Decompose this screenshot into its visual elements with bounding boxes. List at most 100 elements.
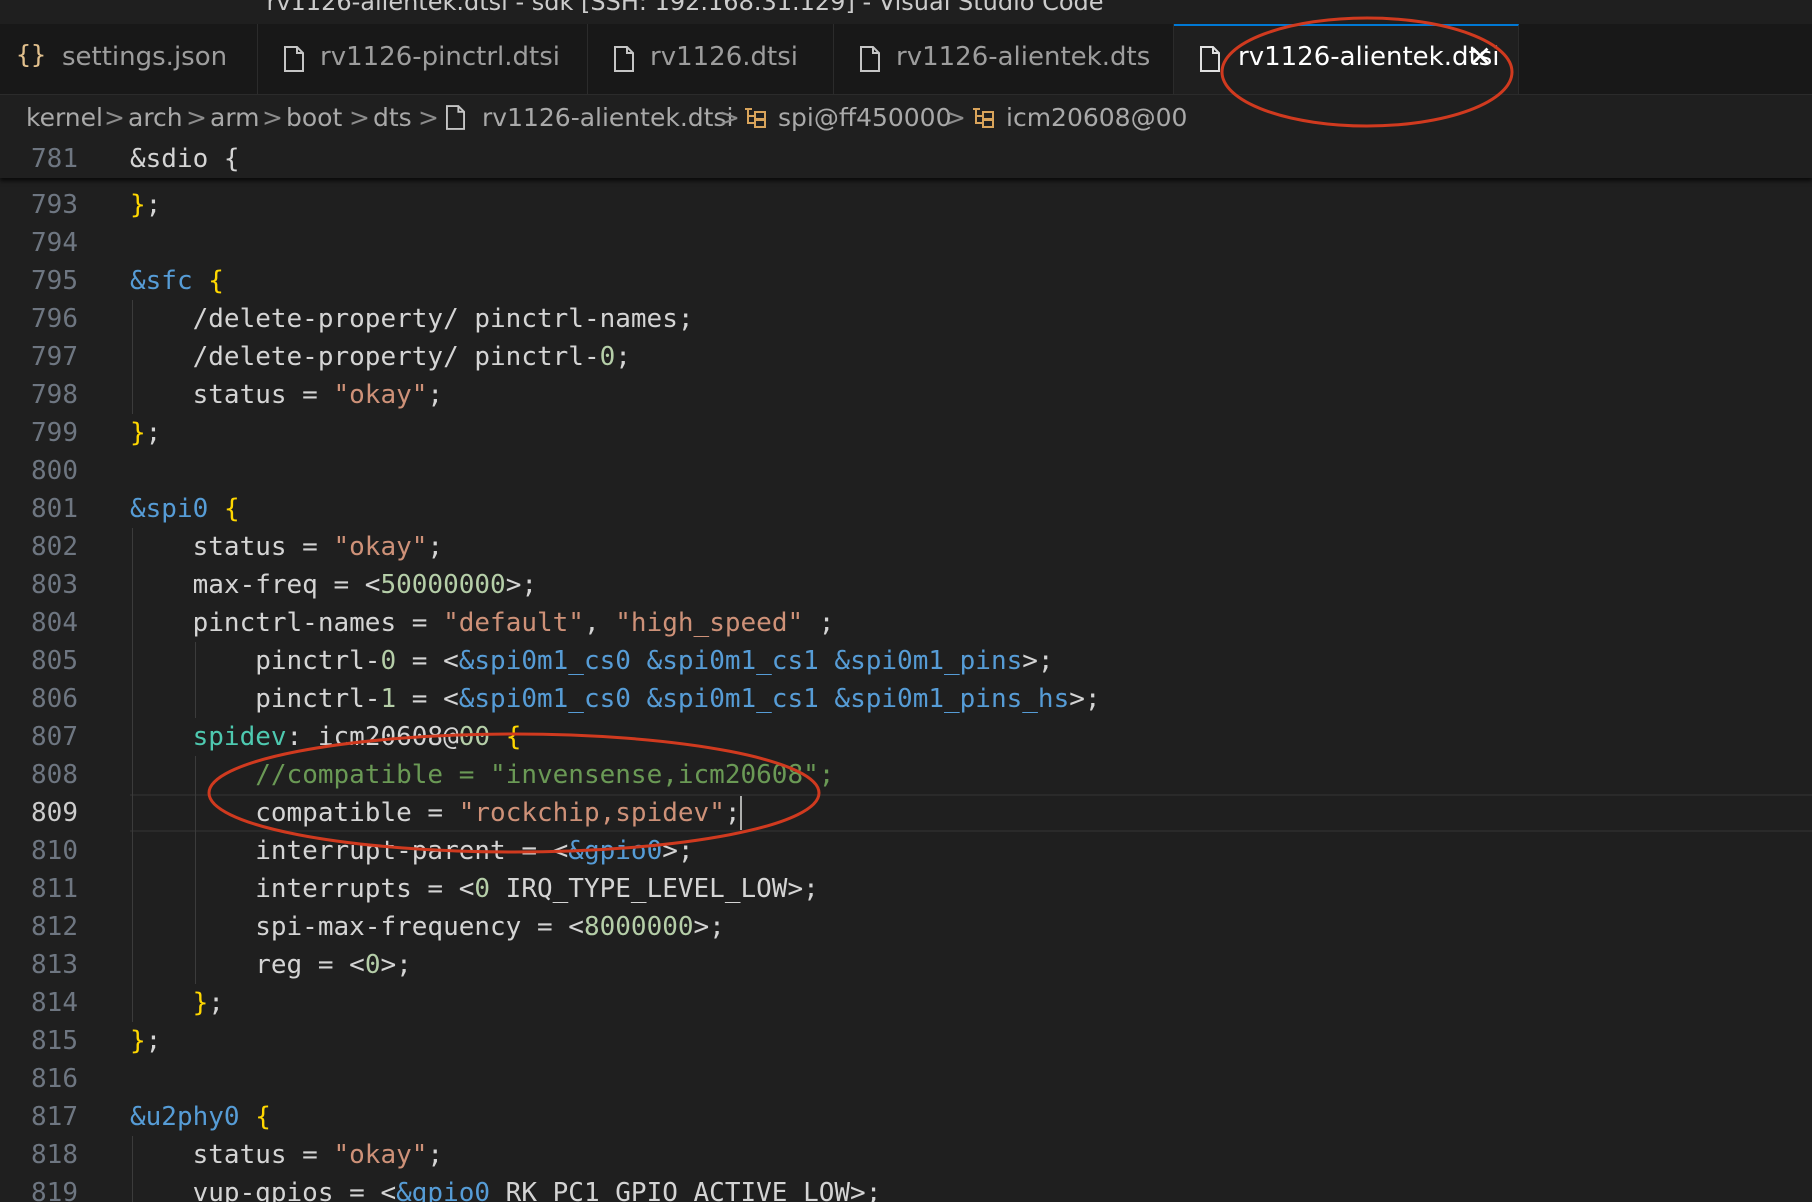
symbol-structure-icon <box>973 108 994 128</box>
code-line-row[interactable]: 812 spi-max-frequency = <8000000>; <box>0 908 1812 946</box>
breadcrumb: kernel > arch > arm > boot > dts > rv112… <box>0 95 1812 140</box>
line-number: 808 <box>31 760 78 790</box>
sticky-scroll-header[interactable]: 781 &sdio { <box>0 140 1812 178</box>
chevron-right-icon: > <box>349 103 370 132</box>
code-line[interactable]: spi-max-frequency = <8000000>; <box>130 908 725 946</box>
code-line[interactable]: }; <box>130 1022 161 1060</box>
line-number: 800 <box>31 456 78 486</box>
code-line-row[interactable]: 808 //compatible = "invensense,icm20608"… <box>0 756 1812 794</box>
chevron-right-icon: > <box>186 103 207 132</box>
indent-guide <box>194 680 196 718</box>
tab-rv1126-alientek-dtsi[interactable]: rv1126-alientek.dtsi ✕ <box>1174 24 1519 94</box>
code-line[interactable]: max-freq = <50000000>; <box>130 566 537 604</box>
code-line[interactable]: interrupt-parent = <&gpio0>; <box>130 832 693 870</box>
code-line-row[interactable]: 817 &u2phy0 { <box>0 1098 1812 1136</box>
chevron-right-icon: > <box>418 103 439 132</box>
line-number: 810 <box>31 836 78 866</box>
code-line[interactable]: status = "okay"; <box>130 1136 443 1174</box>
line-number: 804 <box>31 608 78 638</box>
breadcrumb-item-dts[interactable]: dts <box>373 103 412 132</box>
tab-rv1126-dtsi[interactable]: rv1126.dtsi <box>588 24 834 94</box>
code-line[interactable]: vup-gpios = <&gpio0 RK_PC1 GPIO_ACTIVE_L… <box>130 1174 882 1202</box>
symbol-structure-icon <box>745 108 766 128</box>
close-tab-button[interactable]: ✕ <box>1469 40 1492 73</box>
code-line-row[interactable]: 807 spidev: icm20608@00 { <box>0 718 1812 756</box>
code-line[interactable]: }; <box>130 984 224 1022</box>
indent-guide <box>132 376 133 414</box>
code-line-row[interactable]: 818 status = "okay"; <box>0 1136 1812 1174</box>
code-line-row[interactable]: 796 /delete-property/ pinctrl-names; <box>0 300 1812 338</box>
code-line[interactable]: pinctrl-1 = <&spi0m1_cs0 &spi0m1_cs1 &sp… <box>130 680 1100 718</box>
code-line-row[interactable]: 815}; <box>0 1022 1812 1060</box>
code-line[interactable]: /delete-property/ pinctrl-names; <box>130 300 694 338</box>
code-line[interactable]: /delete-property/ pinctrl-0; <box>130 338 631 376</box>
breadcrumb-item-boot[interactable]: boot <box>286 103 342 132</box>
code-line[interactable]: status = "okay"; <box>130 528 443 566</box>
file-icon <box>614 46 634 72</box>
indent-guide <box>194 946 196 984</box>
code-line-row[interactable]: 801 &spi0 { <box>0 490 1812 528</box>
chevron-right-icon: > <box>719 103 740 132</box>
code-line[interactable]: &u2phy0 { <box>130 1098 271 1136</box>
code-line[interactable]: pinctrl-0 = <&spi0m1_cs0 &spi0m1_cs1 &sp… <box>130 642 1053 680</box>
code-line[interactable]: pinctrl-names = "default", "high_speed" … <box>130 604 835 642</box>
code-line-row[interactable]: 799}; <box>0 414 1812 452</box>
code-line-row[interactable]: 813 reg = <0>; <box>0 946 1812 984</box>
code-line-row[interactable]: 795 &sfc { <box>0 262 1812 300</box>
code-line-row[interactable]: 798 status = "okay"; <box>0 376 1812 414</box>
breadcrumb-item-spi[interactable]: spi@ff450000 <box>778 103 952 132</box>
code-line[interactable]: compatible = "rockchip,spidev"; <box>130 794 740 832</box>
line-number: 795 <box>31 266 78 296</box>
code-line[interactable]: &sdio { <box>130 140 240 178</box>
code-line-row[interactable]: 816 <box>0 1060 1812 1098</box>
code-line[interactable]: //compatible = "invensense,icm20608"; <box>130 756 834 794</box>
code-line-row[interactable]: 810 interrupt-parent = <&gpio0>; <box>0 832 1812 870</box>
line-number: 801 <box>31 494 78 524</box>
code-line[interactable]: &sfc { <box>130 262 224 300</box>
line-number: 815 <box>31 1026 78 1056</box>
breadcrumb-item-icm20608[interactable]: icm20608@00 <box>1006 103 1187 132</box>
code-line-row[interactable]: 819 vup-gpios = <&gpio0 RK_PC1 GPIO_ACTI… <box>0 1174 1812 1202</box>
code-line-row[interactable]: 797 /delete-property/ pinctrl-0; <box>0 338 1812 376</box>
code-editor[interactable]: 781 &sdio { 793}; 794 795 &sfc {796 /delete… <box>0 140 1812 1202</box>
indent-guide <box>132 300 133 338</box>
indent-guide <box>132 946 133 984</box>
line-number: 799 <box>31 418 78 448</box>
tab-rv1126-pinctrl-dtsi[interactable]: rv1126-pinctrl.dtsi <box>258 24 588 94</box>
code-line-row[interactable]: 800 <box>0 452 1812 490</box>
code-line-row[interactable]: 802 status = "okay"; <box>0 528 1812 566</box>
code-line[interactable]: spidev: icm20608@00 { <box>130 718 522 756</box>
indent-guide <box>132 718 133 756</box>
breadcrumb-item-arm[interactable]: arm <box>210 103 260 132</box>
code-line[interactable]: interrupts = <0 IRQ_TYPE_LEVEL_LOW>; <box>130 870 819 908</box>
json-braces-icon: {} <box>16 40 47 69</box>
code-line-row[interactable]: 804 pinctrl-names = "default", "high_spe… <box>0 604 1812 642</box>
indent-guide <box>132 680 133 718</box>
code-line-row[interactable]: 803 max-freq = <50000000>; <box>0 566 1812 604</box>
code-line[interactable]: }; <box>130 186 161 224</box>
code-line-row[interactable]: 805 pinctrl-0 = <&spi0m1_cs0 &spi0m1_cs1… <box>0 642 1812 680</box>
code-line[interactable]: &spi0 { <box>130 490 240 528</box>
indent-guide <box>132 908 133 946</box>
breadcrumb-item-file[interactable]: rv1126-alientek.dtsi <box>482 103 733 132</box>
breadcrumb-item-arch[interactable]: arch <box>128 103 183 132</box>
breadcrumb-item-kernel[interactable]: kernel <box>26 103 103 132</box>
line-number: 797 <box>31 342 78 372</box>
tab-settings-json[interactable]: {} settings.json <box>0 24 258 94</box>
code-line-row[interactable]: 809 compatible = "rockchip,spidev"; <box>0 794 1812 832</box>
indent-guide <box>194 832 196 870</box>
code-line[interactable]: }; <box>130 414 161 452</box>
editor-tab-bar: {} settings.json rv1126-pinctrl.dtsi rv1… <box>0 24 1812 95</box>
tab-rv1126-alientek-dts[interactable]: rv1126-alientek.dts <box>834 24 1174 94</box>
code-line-row[interactable]: 811 interrupts = <0 IRQ_TYPE_LEVEL_LOW>; <box>0 870 1812 908</box>
tab-label: settings.json <box>62 42 228 72</box>
code-line[interactable]: reg = <0>; <box>130 946 412 984</box>
code-line-row[interactable]: 793}; <box>0 186 1812 224</box>
code-line[interactable]: status = "okay"; <box>130 376 443 414</box>
line-number: 807 <box>31 722 78 752</box>
line-number: 803 <box>31 570 78 600</box>
code-line-row[interactable]: 806 pinctrl-1 = <&spi0m1_cs0 &spi0m1_cs1… <box>0 680 1812 718</box>
chevron-right-icon: > <box>262 103 283 132</box>
code-line-row[interactable]: 814 }; <box>0 984 1812 1022</box>
code-line-row[interactable]: 794 <box>0 224 1812 262</box>
